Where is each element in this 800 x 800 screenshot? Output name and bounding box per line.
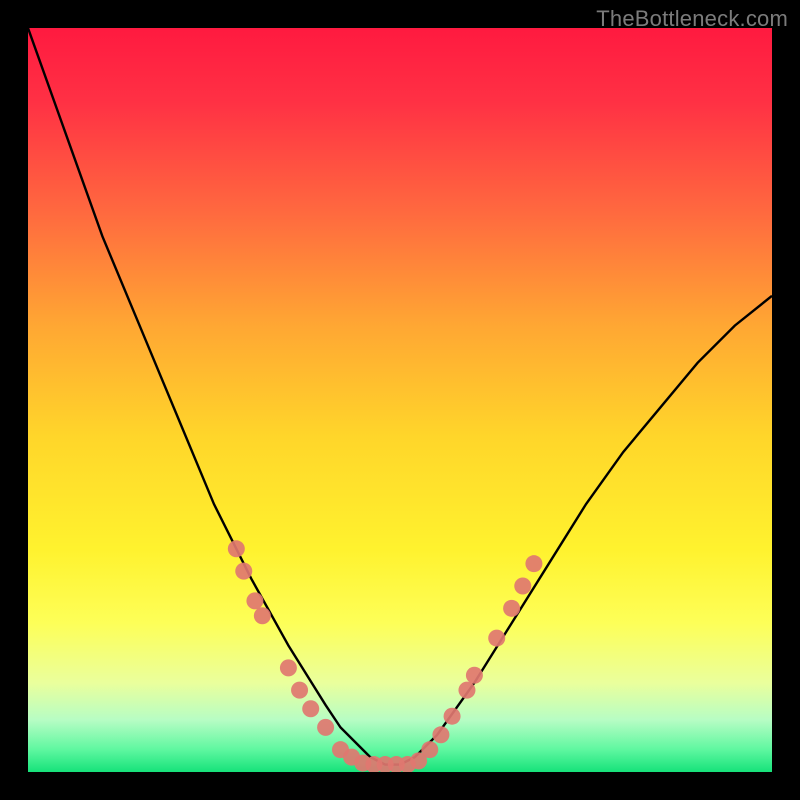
- data-marker: [280, 659, 297, 676]
- data-marker: [466, 667, 483, 684]
- data-marker: [246, 592, 263, 609]
- data-marker: [503, 600, 520, 617]
- bottleneck-chart: [28, 28, 772, 772]
- data-marker: [317, 719, 334, 736]
- data-marker: [432, 726, 449, 743]
- data-marker: [421, 741, 438, 758]
- data-marker: [302, 700, 319, 717]
- chart-svg: [28, 28, 772, 772]
- data-marker: [254, 607, 271, 624]
- data-marker: [228, 540, 245, 557]
- data-marker: [444, 708, 461, 725]
- data-marker: [235, 563, 252, 580]
- data-marker: [488, 630, 505, 647]
- gradient-background: [28, 28, 772, 772]
- data-marker: [514, 578, 531, 595]
- data-marker: [525, 555, 542, 572]
- data-marker: [291, 682, 308, 699]
- data-marker: [458, 682, 475, 699]
- watermark-text: TheBottleneck.com: [596, 6, 788, 32]
